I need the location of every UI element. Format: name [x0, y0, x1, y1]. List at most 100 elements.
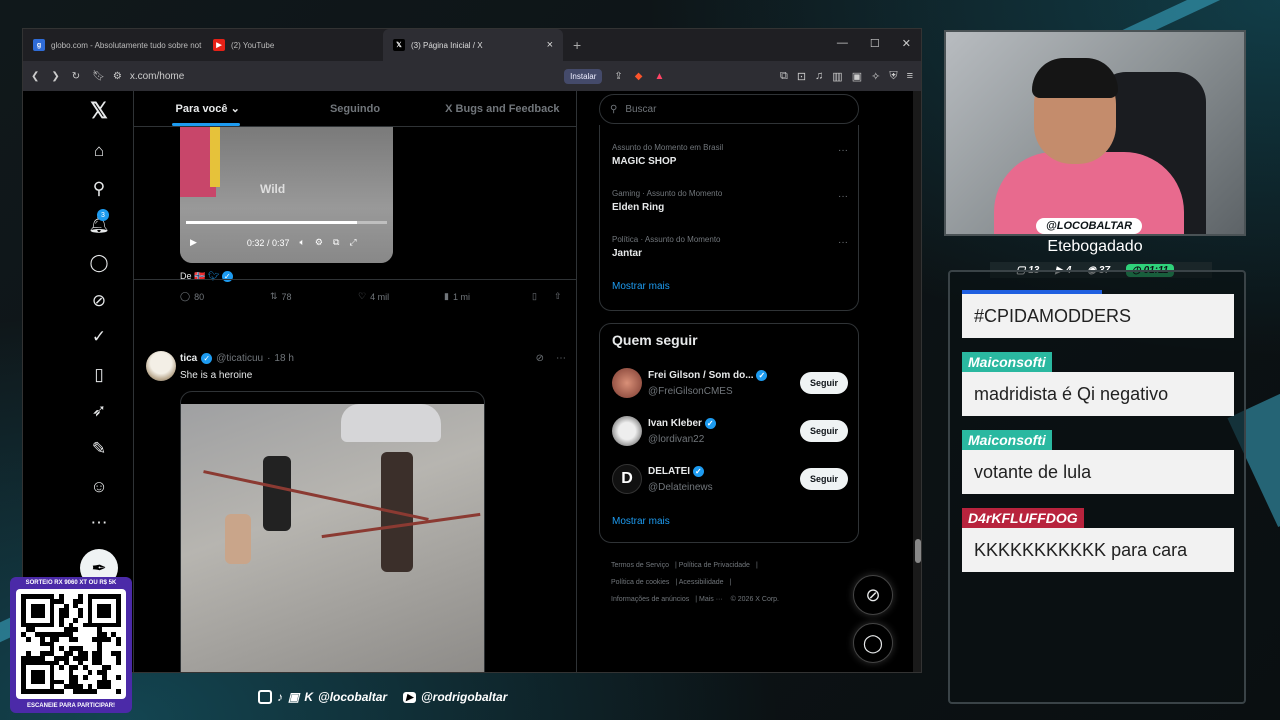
x-page: 𝕏 ⌂ ⚲ 🔔︎ 3 ◯ ⊘ ✓ ▯ ➶ ✎ ☺ ⋯ ✒︎ Para você ⌄…: [23, 91, 921, 672]
follow-button[interactable]: Seguir: [799, 468, 848, 490]
post-video[interactable]: [180, 391, 485, 672]
tab-globo[interactable]: g globo.com - Absolutamente tudo sobre n…: [23, 29, 203, 61]
tab-label: Para você: [175, 102, 228, 115]
like-button[interactable]: ♡ 4 mil: [358, 291, 444, 302]
volume-icon[interactable]: 🔈︎: [299, 237, 304, 248]
suggestion-name: Frei Gilson / Som do... ✓: [648, 370, 768, 381]
verified-badge-icon: ✓: [221, 271, 233, 282]
footer-link[interactable]: Acessibilidade: [679, 579, 724, 586]
repost-button[interactable]: ⇅ 78: [270, 291, 358, 302]
close-tab-icon[interactable]: ×: [547, 39, 553, 51]
pip-icon[interactable]: ⧉: [333, 237, 339, 248]
reply-button[interactable]: ◯ 80: [180, 291, 270, 302]
scrollbar[interactable]: [913, 91, 921, 672]
post-time[interactable]: 18 h: [274, 353, 293, 364]
articles-icon[interactable]: ✎: [89, 439, 109, 459]
trend-item[interactable]: Gaming · Assunto do Momento Elden Ring ·…: [612, 189, 848, 213]
scrollbar-thumb[interactable]: [915, 539, 921, 563]
more-icon[interactable]: ⋯: [89, 513, 109, 533]
author-handle[interactable]: @ticaticuu: [216, 353, 263, 364]
tab-youtube[interactable]: ▶ (2) YouTube: [203, 29, 383, 61]
trend-more-icon[interactable]: ···: [838, 237, 848, 248]
grok-fab-icon[interactable]: ⊘: [853, 575, 893, 615]
rewards-icon[interactable]: ▲: [655, 71, 665, 82]
delatei-logo-icon[interactable]: D: [612, 464, 642, 494]
reply-count: 80: [194, 291, 205, 302]
video-player[interactable]: Wild ▶ 0:32 / 0:37 🔈︎ ⚙︎ ⧉ ⤢: [180, 127, 393, 263]
minimize-icon[interactable]: —: [837, 37, 848, 50]
install-button[interactable]: Instalar: [564, 68, 603, 84]
search-input[interactable]: ⚲ Buscar: [599, 94, 859, 124]
play-icon[interactable]: ▶: [190, 237, 197, 248]
x-logo-icon[interactable]: 𝕏: [89, 98, 109, 123]
extensions-icon[interactable]: ⧉: [780, 70, 788, 83]
settings-icon[interactable]: ⚙︎: [315, 237, 323, 248]
trend-more-icon[interactable]: ···: [838, 145, 848, 156]
media-icon[interactable]: ♫: [815, 70, 823, 83]
brave-shield-icon[interactable]: ◆: [635, 71, 643, 82]
messages-icon[interactable]: ◯: [89, 253, 109, 273]
follow-button[interactable]: Seguir: [799, 420, 848, 442]
footer-link[interactable]: Política de cookies: [611, 579, 669, 586]
post-more-icon[interactable]: ⋯: [556, 353, 566, 364]
grok-icon[interactable]: ⊘: [89, 291, 109, 311]
notifications-icon[interactable]: 🔔︎ 3: [88, 209, 110, 235]
video-frame-detail: [210, 127, 220, 187]
views-button[interactable]: ▮ 1 mi: [444, 291, 532, 302]
share-icon[interactable]: ⇪: [614, 71, 622, 82]
new-tab-icon[interactable]: +: [573, 37, 581, 53]
trend-item[interactable]: Política · Assunto do Momento Jantar ···: [612, 235, 848, 259]
tab-for-you[interactable]: Para você ⌄: [134, 91, 281, 126]
maximize-icon[interactable]: ☐: [870, 37, 880, 50]
close-window-icon[interactable]: ✕: [902, 37, 911, 50]
messages-fab-icon[interactable]: ◯: [853, 623, 893, 663]
bookmark-post-icon[interactable]: ▯: [532, 291, 554, 302]
trend-more-icon[interactable]: ···: [838, 191, 848, 202]
site-info-icon[interactable]: ⚙︎: [113, 71, 122, 82]
follow-suggestion[interactable]: D DELATEI ✓ @Delateinews Seguir: [612, 464, 848, 496]
rocket-icon[interactable]: ➶: [89, 401, 109, 421]
qr-cell: [40, 613, 45, 618]
bookmark-icon[interactable]: 🔖︎: [92, 71, 105, 82]
avatar[interactable]: [146, 351, 176, 381]
suggestion-name: DELATEI ✓: [648, 466, 704, 477]
footer-link[interactable]: Mais ···: [699, 596, 723, 603]
leo-icon[interactable]: ✧: [871, 70, 880, 83]
tab-community[interactable]: X Bugs and Feedback: [429, 91, 576, 126]
show-more-trends-link[interactable]: Mostrar mais: [612, 281, 670, 292]
video-progress-bar[interactable]: [186, 221, 387, 224]
screenshot-icon[interactable]: ⊡: [797, 70, 806, 83]
fullscreen-icon[interactable]: ⤢: [349, 237, 356, 248]
sidebar-icon[interactable]: ▥: [832, 70, 842, 83]
home-icon[interactable]: ⌂: [89, 141, 109, 161]
reload-icon[interactable]: ↻: [72, 71, 80, 82]
wallet-icon[interactable]: ▣: [852, 70, 862, 83]
bookmarks-icon[interactable]: ▯: [89, 365, 109, 385]
verified-icon[interactable]: ✓: [89, 327, 109, 347]
youtube-icon: ▶: [403, 691, 416, 703]
back-icon[interactable]: ❮: [31, 71, 39, 82]
vpn-icon[interactable]: ⛨: [889, 70, 897, 83]
search-icon[interactable]: ⚲: [89, 179, 109, 199]
share-post-icon[interactable]: ⇧: [554, 291, 562, 302]
avatar[interactable]: [612, 368, 642, 398]
url-box[interactable]: 🔖︎ ⚙︎ x.com/home: [92, 71, 552, 82]
footer-link[interactable]: Informações de anúncios: [611, 596, 689, 603]
tab-following[interactable]: Seguindo: [281, 91, 428, 126]
author-name[interactable]: tica: [180, 353, 197, 364]
follow-suggestion[interactable]: Frei Gilson / Som do... ✓ @FreiGilsonCME…: [612, 368, 848, 400]
tab-x[interactable]: 𝕏 (3) Página Inicial / X ×: [383, 29, 563, 61]
forward-icon[interactable]: ❯: [51, 71, 59, 82]
follow-button[interactable]: Seguir: [799, 372, 848, 394]
menu-icon[interactable]: ≡: [907, 70, 913, 83]
grok-post-icon[interactable]: ⊘: [536, 353, 544, 364]
trend-category: Política · Assunto do Momento: [612, 235, 721, 244]
trend-item[interactable]: Assunto do Momento em Brasil MAGIC SHOP …: [612, 143, 848, 167]
avatar[interactable]: [612, 416, 642, 446]
url-text[interactable]: x.com/home: [130, 71, 184, 82]
show-more-follow-link[interactable]: Mostrar mais: [612, 516, 670, 527]
profile-icon[interactable]: ☺: [89, 477, 109, 497]
footer-link[interactable]: Termos de Serviço: [611, 562, 669, 569]
footer-link[interactable]: Política de Privacidade: [679, 562, 750, 569]
follow-suggestion[interactable]: Ivan Kleber ✓ @lordivan22 Seguir: [612, 416, 848, 448]
